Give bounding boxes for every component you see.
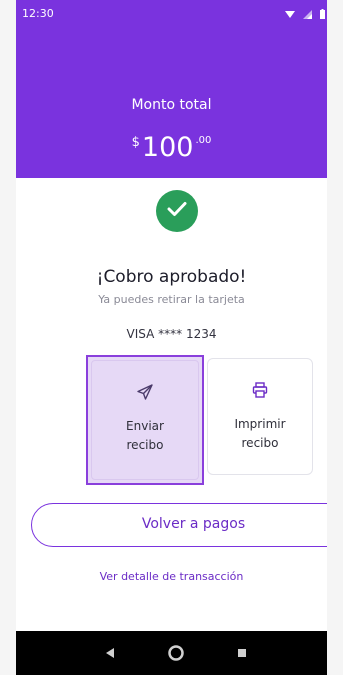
back-icon[interactable] — [100, 643, 120, 663]
print-receipt-label: Imprimir recibo — [208, 415, 312, 453]
status-time: 12:30 — [22, 7, 54, 20]
result-title: ¡Cobro aprobado! — [96, 267, 247, 287]
status-bar: 12:30 — [16, 0, 327, 24]
card-info: VISA **** 1234 — [126, 327, 217, 341]
signal-icon — [303, 6, 312, 24]
print-receipt-line1: Imprimir — [234, 417, 286, 431]
back-to-payments-button[interactable]: Volver a pagos — [31, 503, 327, 547]
send-receipt-button[interactable]: Enviar recibo — [86, 355, 204, 485]
printer-icon — [208, 381, 312, 399]
send-icon — [92, 383, 198, 401]
phone-screen: 12:30 Monto total $100.00 ¡Cobro aprobad… — [16, 0, 327, 675]
send-receipt-line1: Enviar — [126, 419, 164, 433]
header: 12:30 Monto total $100.00 — [16, 0, 327, 178]
result-subtitle: Ya puedes retirar la tarjeta — [98, 293, 245, 306]
amount-decimal: .00 — [195, 135, 212, 146]
success-badge — [156, 190, 198, 232]
amount-integer: 100 — [141, 132, 194, 163]
amount-total: $100.00 — [16, 132, 327, 163]
print-receipt-line2: recibo — [241, 436, 279, 450]
amount-label: Monto total — [131, 97, 212, 113]
transaction-detail-link[interactable]: Ver detalle de transacción — [16, 570, 327, 583]
amount-currency: $ — [131, 135, 140, 150]
battery-icon — [320, 6, 325, 24]
status-icons — [285, 6, 325, 24]
recents-icon[interactable] — [232, 643, 252, 663]
android-nav-bar — [16, 631, 327, 675]
send-receipt-label: Enviar recibo — [92, 417, 198, 455]
print-receipt-button[interactable]: Imprimir recibo — [207, 358, 313, 475]
home-icon[interactable] — [166, 643, 186, 663]
send-receipt-line2: recibo — [126, 438, 164, 452]
wifi-icon — [285, 6, 295, 24]
send-receipt-card: Enviar recibo — [91, 360, 199, 480]
check-icon — [167, 201, 187, 222]
